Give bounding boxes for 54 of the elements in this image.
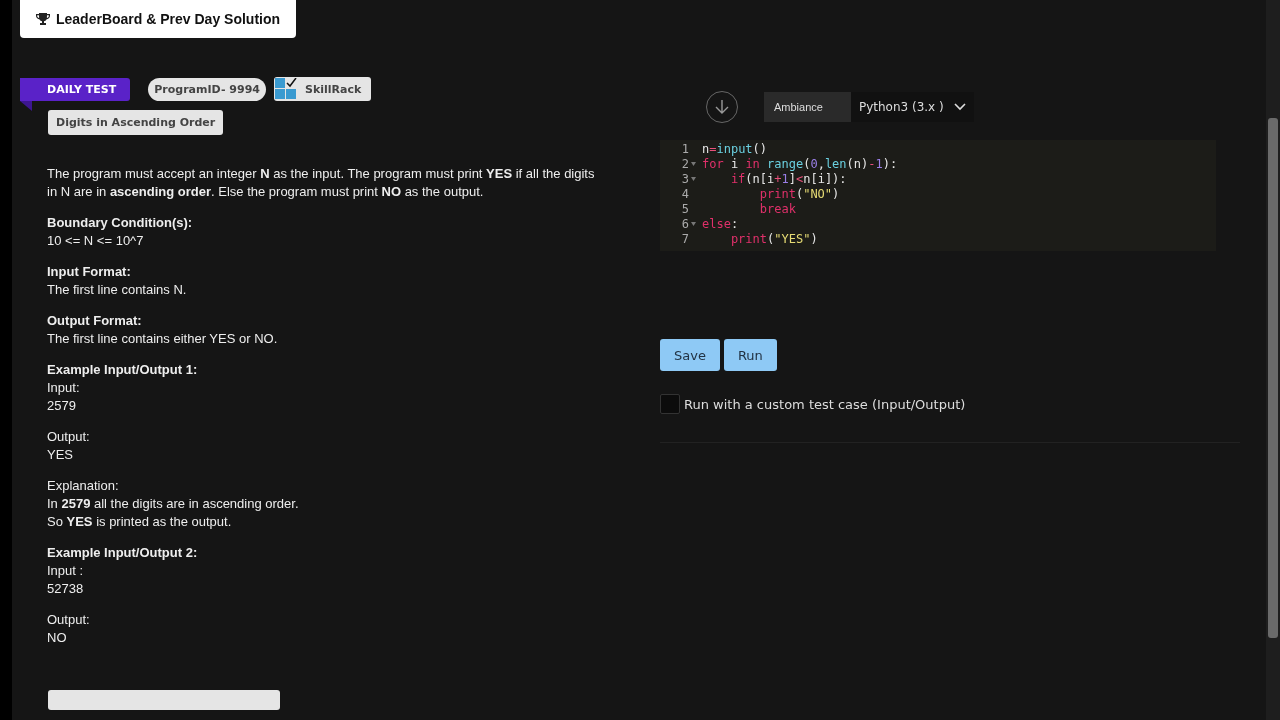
program-id-badge: ProgramID- 9994 xyxy=(148,77,266,101)
line-number: 4 xyxy=(681,187,689,202)
description-text: Output: xyxy=(47,611,91,629)
code-line: if(n[i+1]<n[i]): xyxy=(729,172,847,187)
code-line: print("YES") xyxy=(729,232,818,247)
description-text: 52738 xyxy=(47,580,85,598)
description-text: Explanation: xyxy=(47,477,120,495)
fold-arrow-icon[interactable] xyxy=(691,177,696,181)
trophy-icon xyxy=(36,12,50,26)
fold-arrow-icon[interactable] xyxy=(691,162,696,166)
section-heading: Boundary Condition(s): xyxy=(47,214,194,232)
fold-arrow-icon[interactable] xyxy=(691,222,696,226)
down-arrow-icon xyxy=(715,99,729,115)
scrollbar[interactable] xyxy=(1266,0,1280,720)
description-text: Output: xyxy=(47,428,91,446)
grid-check-icon xyxy=(274,78,297,100)
action-button[interactable]: Run xyxy=(723,339,777,371)
description-text: The first line contains N. xyxy=(47,281,188,299)
problem-title: Digits in Ascending Order xyxy=(48,110,224,135)
line-number: 3 xyxy=(681,172,689,187)
description-text: 2579 xyxy=(47,397,77,415)
description-text: The first line contains either YES or NO. xyxy=(47,330,279,348)
brand-name: SkillRack xyxy=(304,82,362,96)
ribbon-fold-icon xyxy=(20,100,32,111)
code-line: n=input() xyxy=(702,142,768,157)
line-number: 2 xyxy=(681,157,689,172)
code-editor[interactable]: 1 n=input() 2 for i in range(0,len(n)-1): 3 if(n[i+1]<n[i]): 4 print("NO") 5 break 6 else: 7 print("YES") xyxy=(660,140,1216,251)
line-number: 7 xyxy=(681,232,689,247)
section-heading: Output Format: xyxy=(47,312,143,330)
description-text: The program must accept an integer N as the input. The program must print YES if all the digits in N are in ascending order. Else the program must print NO as the output. xyxy=(47,165,596,201)
description-text: In 2579 all the digits are in ascending order. xyxy=(47,495,300,513)
theme-select[interactable]: Ambiance xyxy=(764,92,851,122)
code-line: break xyxy=(758,202,796,217)
line-number: 1 xyxy=(681,142,689,157)
action-button[interactable]: Save xyxy=(660,339,720,371)
chevron-down-icon xyxy=(953,103,966,111)
description-text: So YES is printed as the output. xyxy=(47,513,233,531)
line-number: 6 xyxy=(681,217,689,232)
description-text: Input : xyxy=(47,562,85,580)
description-text: 10 <= N <= 10^7 xyxy=(47,232,145,250)
leaderboard-button[interactable]: LeaderBoard & Prev Day Solution xyxy=(20,0,297,38)
language-select[interactable]: Python3 (3.x ) xyxy=(850,92,974,122)
section-heading: Example Input/Output 1: xyxy=(47,361,199,379)
code-line: print("NO") xyxy=(758,187,840,202)
code-line: for i in range(0,len(n)-1): xyxy=(702,157,898,172)
section-heading: Example Input/Output 2: xyxy=(47,544,199,562)
description-text: NO xyxy=(47,629,68,647)
checkbox-label: Run with a custom test case (Input/Output) xyxy=(684,396,966,412)
code-line: else: xyxy=(702,217,739,232)
line-number: 5 xyxy=(681,202,689,217)
description-text: YES xyxy=(47,446,74,464)
section-heading: Input Format: xyxy=(47,263,132,281)
description-text: Input: xyxy=(47,379,81,397)
checkbox[interactable] xyxy=(660,394,680,414)
